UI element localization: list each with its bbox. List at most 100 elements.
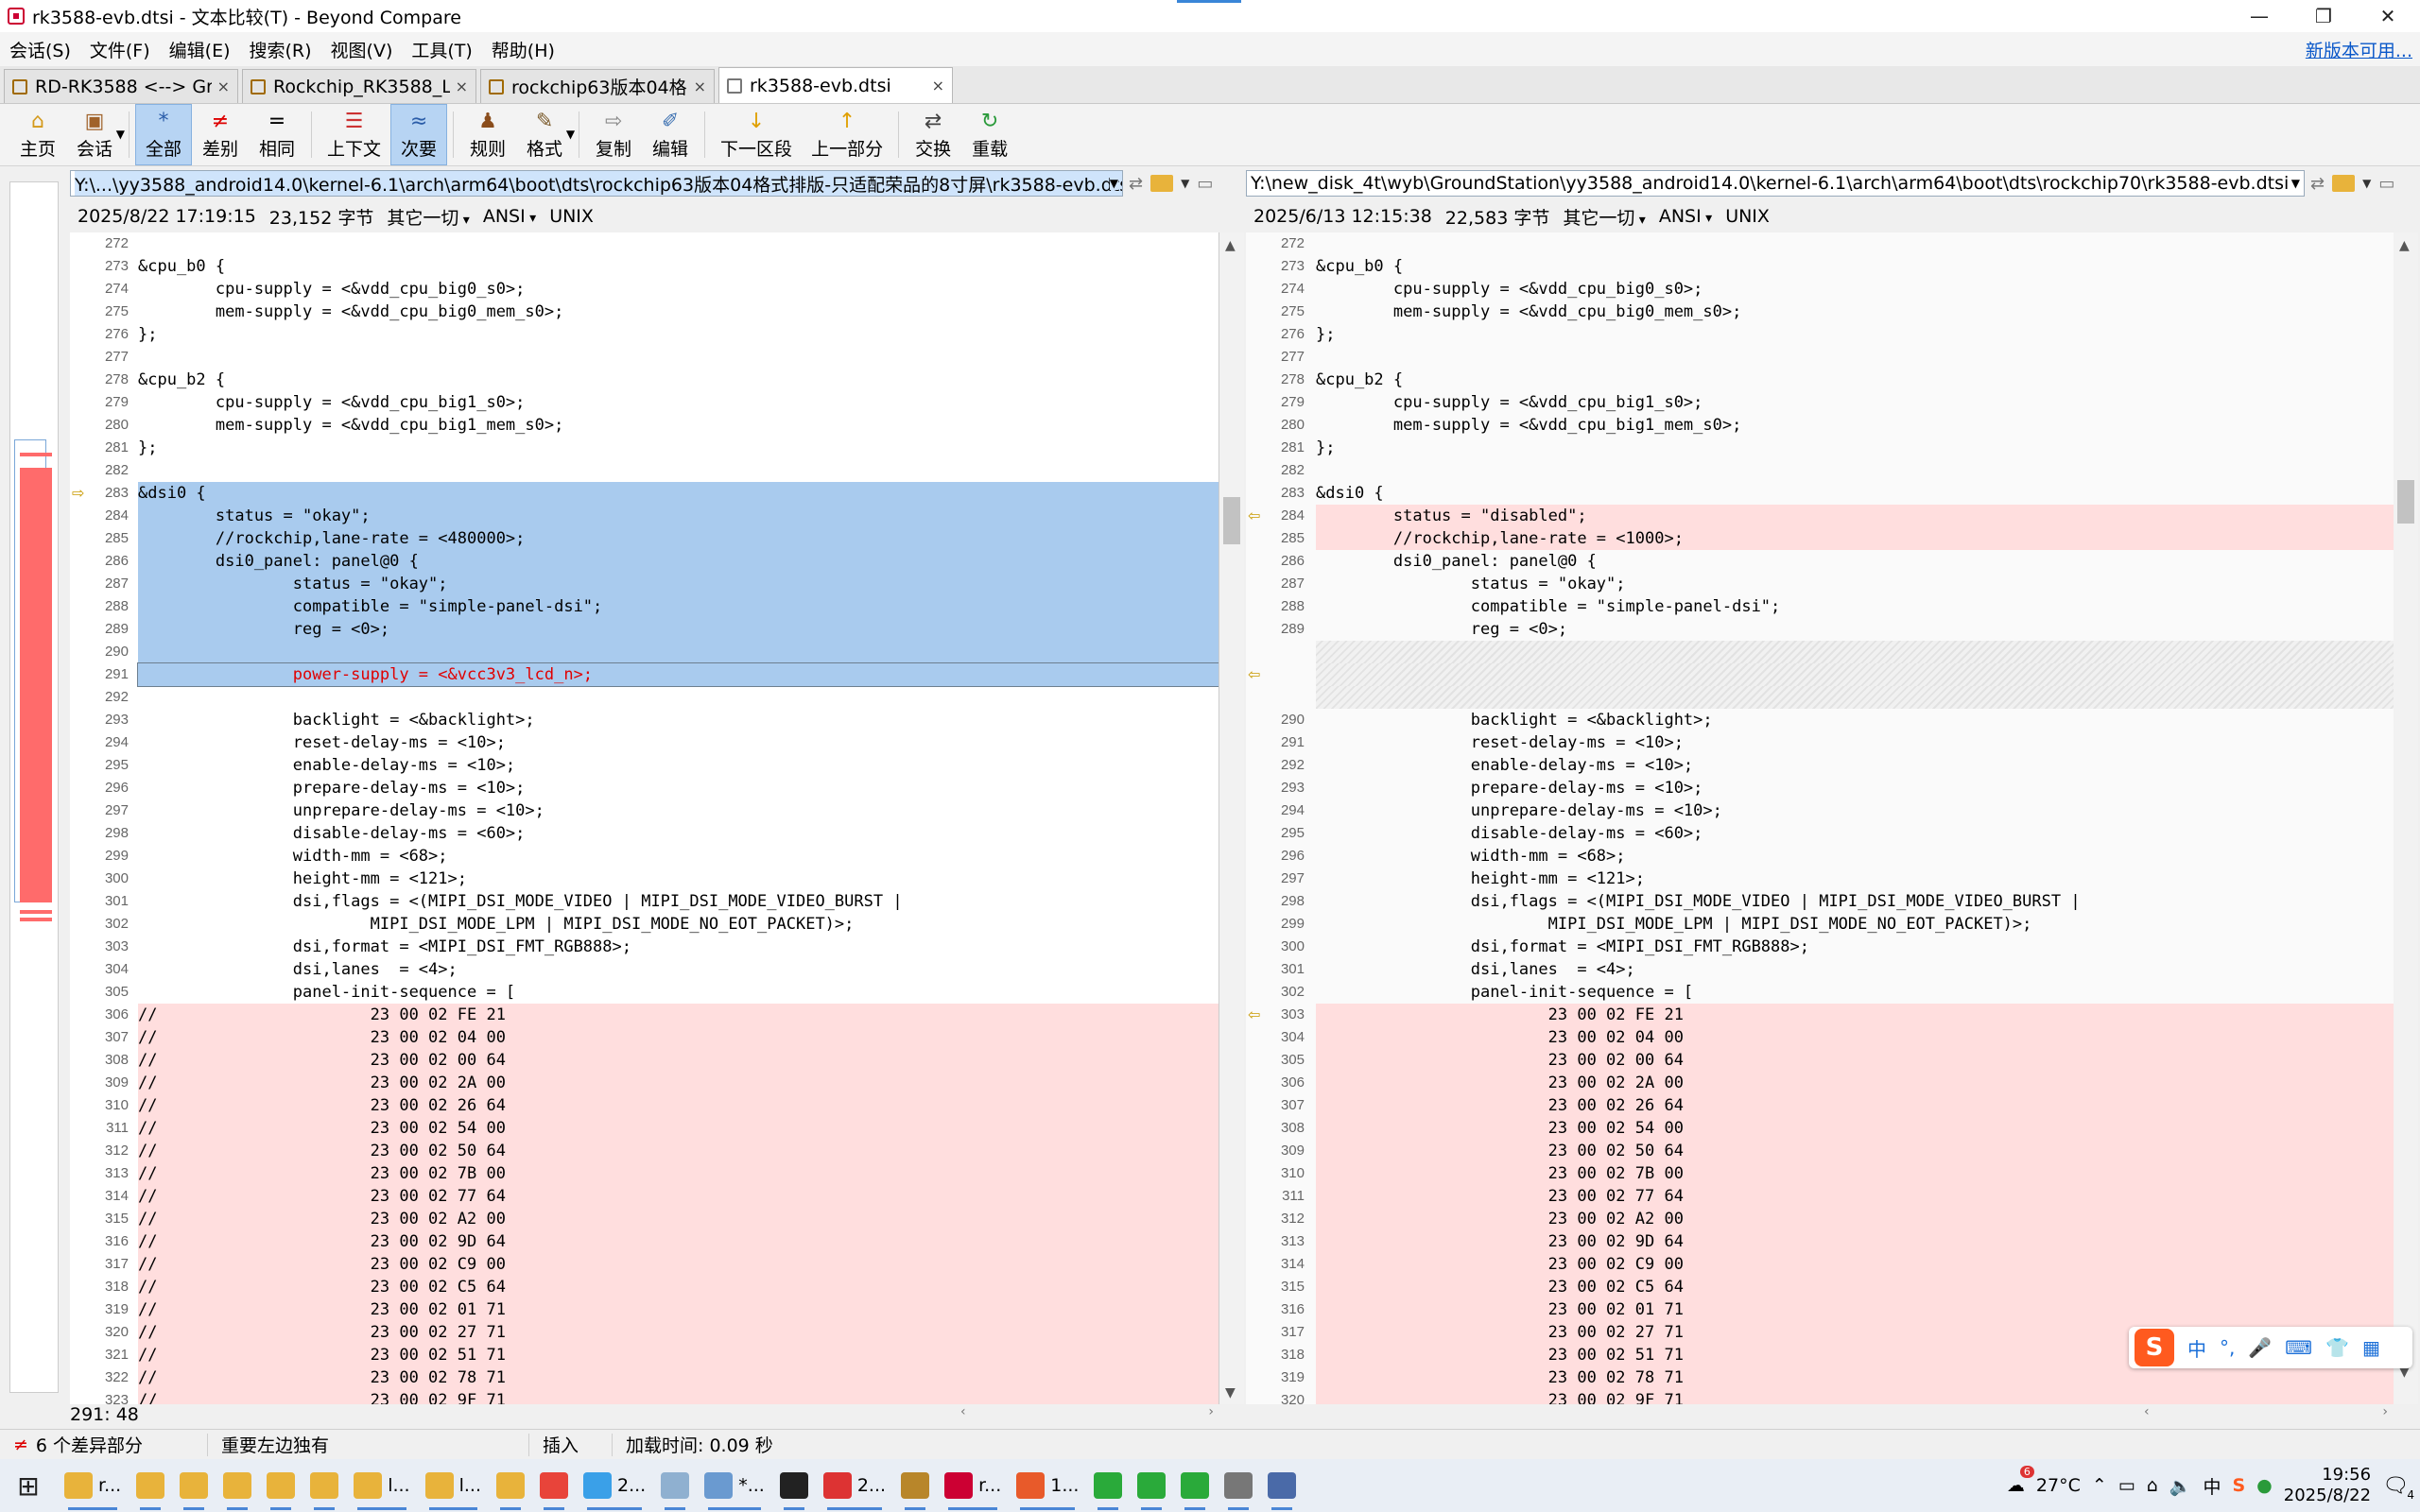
code-line[interactable]: // 23 00 02 04 00 [138,1026,1219,1049]
taskbar-app[interactable] [489,1459,532,1512]
code-line[interactable]: // 23 00 02 54 00 [138,1117,1219,1140]
context-button[interactable]: ☰ 上下文 [318,104,390,165]
ime-toolbar[interactable]: S 中 °, 🎤 ⌨ 👕 ▦ [2129,1327,2412,1368]
code-line[interactable]: backlight = <&backlight>; [1316,709,2394,731]
taskbar-app[interactable] [1173,1459,1217,1512]
taskbar-app[interactable] [1260,1459,1304,1512]
volume-icon[interactable]: 🔈 [2169,1475,2192,1497]
code-line[interactable]: power-supply = <&vcc3v3_lcd_n>; [137,662,1219,687]
history-icon[interactable]: ⇄ [2310,174,2325,194]
tab-rockchip-rk3588[interactable]: Rockchip_RK3588_Li... × [242,69,476,103]
code-line[interactable]: // 23 00 02 7B 00 [138,1162,1219,1185]
code-line[interactable]: 23 00 02 9D 64 [1316,1230,2394,1253]
tab-close-icon[interactable]: × [694,77,706,95]
code-line[interactable]: // 23 00 02 A2 00 [138,1208,1219,1230]
home-button[interactable]: ⌂ 主页 [9,104,66,165]
right-other-dropdown[interactable]: 其它一切 [1563,204,1646,230]
prev-section-button[interactable]: ↑ 上一部分 [802,104,892,165]
chevron-up-icon[interactable]: ⌃ [2092,1475,2107,1496]
history-icon[interactable]: ⇄ [1129,174,1143,194]
scroll-left-icon[interactable]: ‹ [2144,1404,2150,1419]
show-diff-button[interactable]: ≠ 差别 [192,104,249,165]
code-line[interactable]: //rockchip,lane-rate = <1000>; [1316,527,2394,550]
right-text-pane[interactable]: 272 273 274 275 276 277 278 279 280 281 282 283 284 2… [1246,232,2394,1404]
code-line[interactable]: 23 00 02 C5 64 [1316,1276,2394,1298]
code-line[interactable]: // 23 00 02 C9 00 [138,1253,1219,1276]
code-line[interactable]: disable-delay-ms = <60>; [138,822,1219,845]
code-line[interactable]: reg = <0>; [138,618,1219,641]
code-line[interactable]: cpu-supply = <&vdd_cpu_big1_s0>; [1316,391,2394,414]
code-line[interactable] [1316,663,2394,686]
code-line[interactable]: // 23 00 02 9F 71 [138,1389,1219,1404]
code-line[interactable]: MIPI_DSI_MODE_LPM | MIPI_DSI_MODE_NO_EOT… [1316,913,2394,936]
code-line[interactable]: prepare-delay-ms = <10>; [1316,777,2394,799]
right-horizontal-scrollbar[interactable]: ‹ › [2138,1404,2394,1427]
format-button[interactable]: ✎ 格式 ▼ [516,104,575,165]
code-line[interactable]: // 23 00 02 FE 21 [138,1004,1219,1026]
menu-help[interactable]: 帮助(H) [482,37,564,62]
code-line[interactable]: reset-delay-ms = <10>; [1316,731,2394,754]
scroll-up-icon[interactable]: ▲ [1225,238,1236,253]
code-line[interactable]: }; [138,437,1219,459]
right-code[interactable]: &cpu_b0 { cpu-supply = <&vdd_cpu_big0_s0… [1316,232,2394,1404]
code-line[interactable]: &cpu_b2 { [1316,369,2394,391]
next-section-button[interactable]: ↓ 下一区段 [711,104,802,165]
left-code[interactable]: &cpu_b0 { cpu-supply = <&vdd_cpu_big0_s0… [137,232,1219,1404]
right-encoding-dropdown[interactable]: ANSI [1659,206,1712,227]
code-line[interactable]: 23 00 02 A2 00 [1316,1208,2394,1230]
left-horizontal-scrollbar[interactable]: ‹ › [955,1404,1219,1427]
code-line[interactable]: enable-delay-ms = <10>; [138,754,1219,777]
menu-session[interactable]: 会话(S) [0,37,80,62]
tab-close-icon[interactable]: × [932,77,944,94]
taskbar-app[interactable] [532,1459,576,1512]
code-line[interactable]: &dsi0 { [1316,482,2394,505]
swap-button[interactable]: ⇄ 交换 [905,104,961,165]
code-line[interactable] [138,232,1219,255]
code-line[interactable]: dsi,lanes = <4>; [1316,958,2394,981]
code-line[interactable]: reset-delay-ms = <10>; [138,731,1219,754]
code-line[interactable]: height-mm = <121>; [138,868,1219,890]
code-line[interactable]: // 23 00 02 77 64 [138,1185,1219,1208]
copy-to-left-icon[interactable]: ⇦ [1248,507,1260,524]
network-icon[interactable]: ⌂ [2147,1475,2158,1496]
code-line[interactable]: panel-init-sequence = [ [138,981,1219,1004]
code-line[interactable]: }; [1316,323,2394,346]
taskbar-app[interactable] [302,1459,346,1512]
taskbar-app[interactable] [172,1459,216,1512]
taskbar-app[interactable]: 1... [1009,1459,1086,1512]
code-line[interactable]: panel-init-sequence = [ [1316,981,2394,1004]
taskbar-app[interactable] [653,1459,697,1512]
copy-to-left-icon[interactable]: ⇦ [1248,1005,1260,1023]
left-encoding-dropdown[interactable]: ANSI [483,206,536,227]
taskbar-app[interactable] [1217,1459,1260,1512]
code-line[interactable]: // 23 00 02 51 71 [138,1344,1219,1366]
code-line[interactable] [138,641,1219,663]
scroll-right-icon[interactable]: › [2382,1404,2388,1419]
code-line[interactable]: width-mm = <68>; [138,845,1219,868]
left-text-pane[interactable]: 272 273 274 275 276 277 278 279 280 281 282 283 284 2… [70,232,1219,1404]
diff-overview-thumbnail[interactable] [9,181,59,1393]
menu-edit[interactable]: 编辑(E) [160,37,240,62]
menu-tools[interactable]: 工具(T) [402,37,481,62]
code-line[interactable]: 23 00 02 9F 71 [1316,1389,2394,1404]
sogou-logo-icon[interactable]: S [2135,1329,2174,1366]
weather-temp[interactable]: 27°C [2036,1475,2081,1496]
code-line[interactable]: &cpu_b0 { [1316,255,2394,278]
tab-rk3588-evb[interactable]: rk3588-evb.dtsi × [718,67,953,103]
code-line[interactable]: 23 00 02 78 71 [1316,1366,2394,1389]
save-icon[interactable]: ▭ [1197,174,1213,194]
code-line[interactable]: disable-delay-ms = <60>; [1316,822,2394,845]
scroll-left-icon[interactable]: ‹ [960,1404,966,1419]
code-line[interactable]: MIPI_DSI_MODE_LPM | MIPI_DSI_MODE_NO_EOT… [138,913,1219,936]
code-line[interactable] [138,686,1219,709]
taskbar-app[interactable] [1086,1459,1130,1512]
copy-button[interactable]: ⇨ 复制 [585,104,642,165]
minimize-button[interactable]: — [2227,0,2291,32]
code-line[interactable]: // 23 00 02 50 64 [138,1140,1219,1162]
code-line[interactable]: //rockchip,lane-rate = <480000>; [138,527,1219,550]
code-line[interactable]: prepare-delay-ms = <10>; [138,777,1219,799]
code-line[interactable]: dsi,lanes = <4>; [138,958,1219,981]
code-line[interactable]: mem-supply = <&vdd_cpu_big1_mem_s0>; [138,414,1219,437]
code-line[interactable] [1316,459,2394,482]
open-folder-icon[interactable] [1150,175,1174,192]
